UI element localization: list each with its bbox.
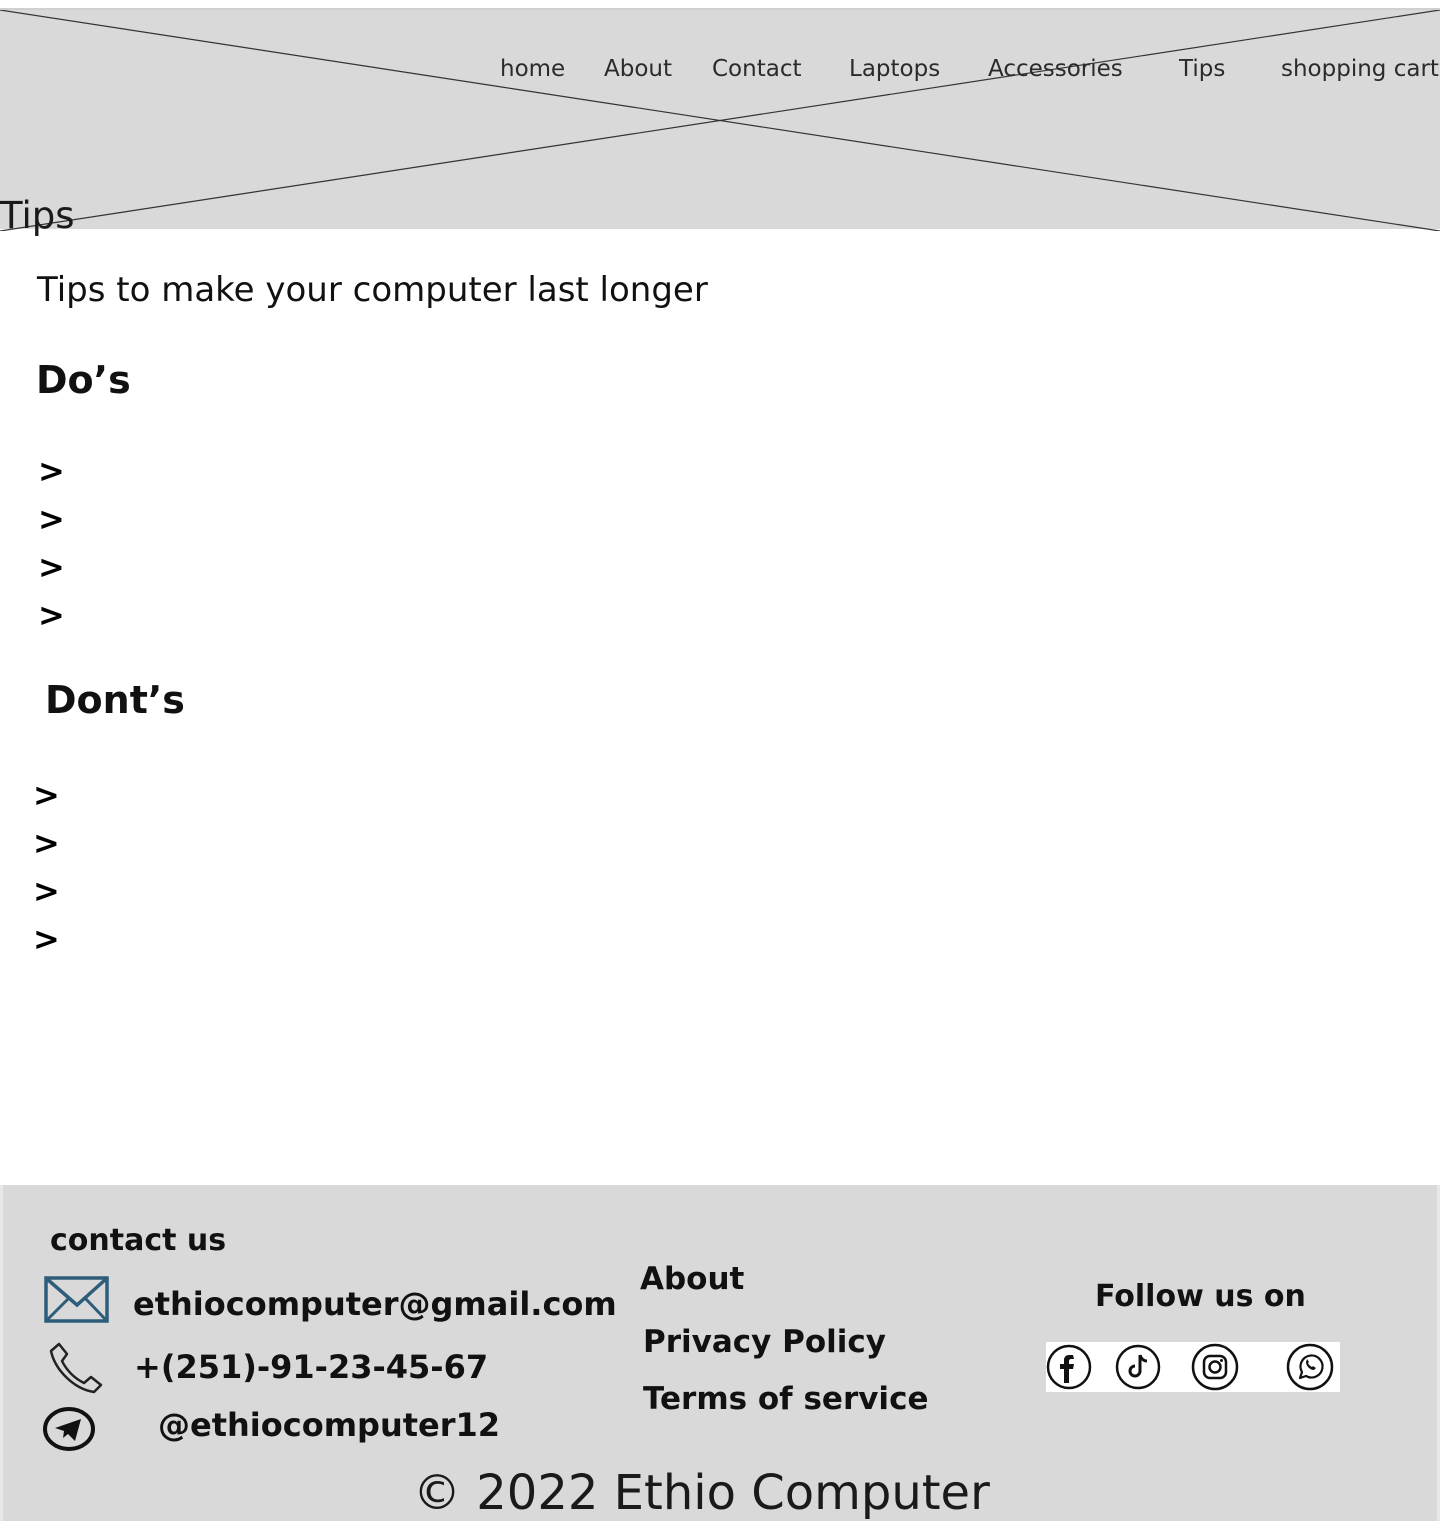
footer: contact us ethiocomputer@gmail.com +(251… xyxy=(0,1185,1440,1521)
email-icon xyxy=(44,1276,109,1323)
nav-about[interactable]: About xyxy=(604,56,672,82)
whatsapp-icon[interactable] xyxy=(1284,1343,1336,1391)
image-placeholder-cross xyxy=(0,10,1440,231)
nav-shopping-cart[interactable]: shopping cart xyxy=(1281,56,1439,82)
donts-heading: Dont’s xyxy=(45,678,185,722)
donts-bullet: > xyxy=(33,920,60,958)
telegram-link[interactable]: @ethiocomputer12 xyxy=(158,1406,500,1444)
donts-bullet: > xyxy=(33,776,60,814)
follow-heading: Follow us on xyxy=(1095,1279,1306,1314)
terms-of-service-link[interactable]: Terms of service xyxy=(643,1381,928,1417)
facebook-icon[interactable] xyxy=(1046,1343,1092,1391)
phone-link[interactable]: +(251)-91-23-45-67 xyxy=(134,1348,488,1386)
dos-bullet: > xyxy=(38,596,65,634)
main-nav: home About Contact Laptops Accessories T… xyxy=(0,56,1440,86)
nav-tips[interactable]: Tips xyxy=(1179,56,1225,82)
social-icons xyxy=(1046,1342,1340,1392)
footer-about-link[interactable]: About xyxy=(640,1261,744,1297)
dos-heading: Do’s xyxy=(36,358,131,402)
nav-home[interactable]: home xyxy=(500,56,565,82)
header-banner: home About Contact Laptops Accessories T… xyxy=(0,8,1440,237)
email-link[interactable]: ethiocomputer@gmail.com xyxy=(133,1285,617,1323)
page-label: Tips xyxy=(0,194,75,237)
phone-icon xyxy=(49,1342,103,1394)
nav-laptops[interactable]: Laptops xyxy=(849,56,940,82)
tiktok-icon[interactable] xyxy=(1115,1343,1161,1391)
privacy-policy-link[interactable]: Privacy Policy xyxy=(643,1324,886,1360)
dos-bullet: > xyxy=(38,548,65,586)
dos-bullet: > xyxy=(38,500,65,538)
page-subtitle: Tips to make your computer last longer xyxy=(37,270,708,310)
nav-contact[interactable]: Contact xyxy=(712,56,801,82)
donts-bullet: > xyxy=(33,872,60,910)
telegram-icon xyxy=(43,1407,95,1451)
contact-heading: contact us xyxy=(50,1223,227,1258)
nav-accessories[interactable]: Accessories xyxy=(988,56,1123,82)
dos-bullet: > xyxy=(38,452,65,490)
copyright: © 2022 Ethio Computer xyxy=(413,1465,990,1521)
donts-bullet: > xyxy=(33,824,60,862)
instagram-icon[interactable] xyxy=(1191,1343,1239,1391)
